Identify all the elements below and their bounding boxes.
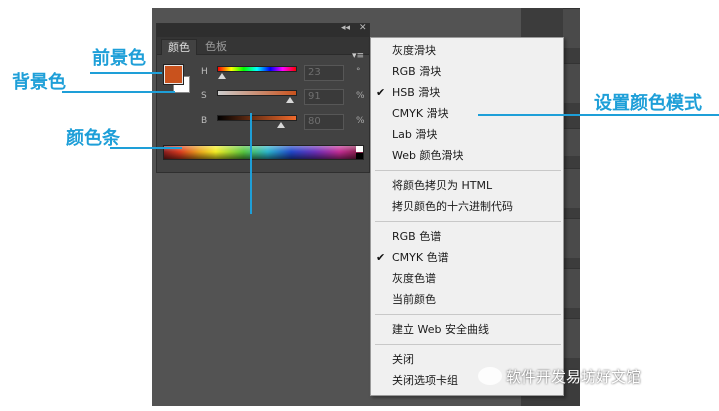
saturation-slider-track[interactable] bbox=[217, 90, 297, 96]
brightness-value-input[interactable]: 80 bbox=[304, 114, 344, 130]
watermark-text: 软件开发易坊好文馆 bbox=[506, 368, 642, 386]
menu-item[interactable]: 灰度色谱 bbox=[371, 269, 563, 289]
menu-separator bbox=[375, 170, 561, 171]
menu-item[interactable]: RGB 滑块 bbox=[371, 62, 563, 82]
panel-menu-icon[interactable]: ▾≡ bbox=[352, 51, 364, 61]
annotation-background-label: 背景色 bbox=[12, 72, 66, 93]
annotation-slider-pointer-line bbox=[250, 113, 252, 214]
menu-item-label: 建立 Web 安全曲线 bbox=[392, 323, 489, 336]
color-panel: ◂◂ ✕ 颜色 色板 ▾≡ H 23 ° S 91 % B 80 % bbox=[156, 23, 370, 173]
saturation-unit: % bbox=[356, 91, 365, 101]
annotation-set-mode-label: 设置颜色模式 bbox=[594, 93, 702, 114]
hue-slider-thumb[interactable] bbox=[217, 73, 226, 79]
menu-item[interactable]: ✔ CMYK 色谱 bbox=[371, 248, 563, 268]
panel-flyout-menu: 灰度滑块 RGB 滑块 ✔ HSB 滑块 CMYK 滑块 Lab 滑块 Web 颜色滑块将颜… bbox=[370, 37, 564, 396]
wechat-icon bbox=[478, 367, 502, 385]
menu-item-label: RGB 色谱 bbox=[392, 230, 442, 243]
foreground-color-swatch[interactable] bbox=[163, 64, 184, 85]
menu-item-label: 关闭选项卡组 bbox=[392, 374, 458, 387]
annotation-background-line bbox=[62, 91, 175, 93]
saturation-value-input[interactable]: 91 bbox=[304, 89, 344, 105]
hue-slider-track[interactable] bbox=[217, 66, 297, 72]
color-ramp-bar[interactable] bbox=[163, 145, 364, 160]
saturation-slider-thumb[interactable] bbox=[285, 97, 294, 103]
annotation-foreground-label: 前景色 bbox=[92, 48, 146, 69]
menu-item-label: Lab 滑块 bbox=[392, 128, 438, 141]
checkmark-icon: ✔ bbox=[376, 86, 386, 99]
menu-item-label: HSB 滑块 bbox=[392, 86, 441, 99]
hue-value-input[interactable]: 23 bbox=[304, 65, 344, 81]
menu-separator bbox=[375, 314, 561, 315]
panel-title-bar: ◂◂ ✕ bbox=[157, 23, 369, 37]
menu-separator bbox=[375, 344, 561, 345]
checkmark-icon: ✔ bbox=[376, 251, 386, 264]
menu-item-label: CMYK 滑块 bbox=[392, 107, 449, 120]
slider-label-h: H bbox=[201, 67, 208, 77]
menu-item[interactable]: 灰度滑块 bbox=[371, 41, 563, 61]
menu-item[interactable]: Web 颜色滑块 bbox=[371, 146, 563, 166]
slider-label-s: S bbox=[201, 91, 207, 101]
menu-item-label: Web 颜色滑块 bbox=[392, 149, 464, 162]
ramp-white-chip[interactable] bbox=[356, 146, 363, 152]
menu-item[interactable]: 当前颜色 bbox=[371, 290, 563, 310]
brightness-slider-thumb[interactable] bbox=[277, 122, 285, 128]
annotation-set-mode-line bbox=[478, 114, 719, 116]
menu-item-label: RGB 滑块 bbox=[392, 65, 442, 78]
menu-item-label: 灰度色谱 bbox=[392, 272, 436, 285]
tab-color[interactable]: 颜色 bbox=[161, 39, 197, 55]
menu-item[interactable]: 建立 Web 安全曲线 bbox=[371, 320, 563, 340]
ramp-black-chip[interactable] bbox=[356, 153, 363, 159]
menu-item-label: 将颜色拷贝为 HTML bbox=[392, 179, 493, 192]
menu-item-label: 关闭 bbox=[392, 353, 414, 366]
menu-separator bbox=[375, 221, 561, 222]
panel-tab-bar: 颜色 色板 ▾≡ bbox=[157, 37, 369, 61]
brightness-slider-track[interactable] bbox=[217, 115, 297, 121]
collapse-icon[interactable]: ◂◂ bbox=[341, 23, 350, 33]
close-icon[interactable]: ✕ bbox=[359, 23, 367, 33]
menu-item-label: 当前颜色 bbox=[392, 293, 436, 306]
menu-item[interactable]: ✔ HSB 滑块 bbox=[371, 83, 563, 103]
tab-swatches[interactable]: 色板 bbox=[199, 39, 233, 55]
menu-item-label: CMYK 色谱 bbox=[392, 251, 449, 264]
menu-item-label: 拷贝颜色的十六进制代码 bbox=[392, 200, 513, 213]
annotation-color-bar-line bbox=[110, 147, 182, 149]
brightness-unit: % bbox=[356, 116, 365, 126]
menu-item[interactable]: RGB 色谱 bbox=[371, 227, 563, 247]
menu-item[interactable]: 将颜色拷贝为 HTML bbox=[371, 176, 563, 196]
menu-item[interactable]: 拷贝颜色的十六进制代码 bbox=[371, 197, 563, 217]
menu-item[interactable]: Lab 滑块 bbox=[371, 125, 563, 145]
slider-label-b: B bbox=[201, 116, 208, 126]
annotation-foreground-line bbox=[90, 72, 162, 74]
menu-item-label: 灰度滑块 bbox=[392, 44, 436, 57]
hue-unit: ° bbox=[356, 67, 361, 77]
